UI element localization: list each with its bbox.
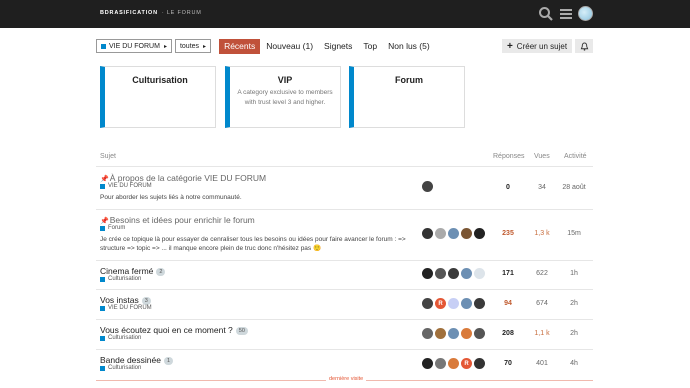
category-description: A category exclusive to members with tru…	[237, 89, 333, 106]
tab-bookmarks[interactable]: Signets	[319, 39, 357, 54]
table-row: 📌Besoins et idées pour enrichir le forum…	[96, 210, 593, 260]
plus-icon: +	[506, 40, 513, 52]
avatar[interactable]	[435, 358, 446, 369]
poster-avatars	[422, 228, 487, 239]
pin-icon: 📌	[100, 218, 109, 225]
create-topic-button[interactable]: + Créer un sujet	[502, 39, 572, 53]
avatar[interactable]	[435, 268, 446, 279]
avatar[interactable]	[422, 228, 433, 239]
smile-emoji-icon: 🙂	[312, 245, 322, 252]
topic-excerpt: Pour aborder les sujets liés à notre com…	[100, 194, 242, 201]
post-count-badge[interactable]: 3	[141, 296, 151, 305]
topic-title[interactable]: 📌Besoins et idées pour enrichir le forum	[100, 215, 255, 225]
avatar[interactable]	[422, 298, 433, 309]
topic-title[interactable]: Bande dessinée 1	[100, 355, 174, 365]
activity-time[interactable]: 2h	[554, 300, 594, 307]
topic-category[interactable]: VIE DU FORUM	[100, 183, 152, 189]
avatar[interactable]	[422, 328, 433, 339]
avatar[interactable]	[474, 298, 485, 309]
category-dropdown[interactable]: VIE DU FORUM ▸	[96, 39, 172, 53]
topic-title[interactable]: Vous écoutez quoi en ce moment ? 50	[100, 325, 248, 335]
poster-avatars: R	[422, 358, 487, 369]
activity-time[interactable]: 2h	[554, 330, 594, 337]
poster-avatars	[422, 181, 435, 192]
notifications-button[interactable]	[575, 39, 593, 53]
tab-new[interactable]: Nouveau (1)	[261, 39, 318, 54]
site-logo[interactable]: BDRASIFICATION · LE FORUM	[100, 10, 202, 16]
topic-title[interactable]: 📌À propos de la catégorie VIE DU FORUM	[100, 173, 266, 183]
topic-title[interactable]: Cinema fermé 2	[100, 266, 166, 276]
category-title: VIP	[277, 75, 293, 85]
avatar[interactable]	[461, 298, 472, 309]
avatar[interactable]	[461, 228, 472, 239]
navigation-bar: VIE DU FORUM ▸ toutes ▸ Récents Nouveau (1…	[96, 38, 436, 54]
topic-title[interactable]: Vos instas 3	[100, 295, 151, 305]
column-header-views[interactable]: Vues	[534, 153, 550, 160]
post-count-badge[interactable]: 2	[156, 267, 166, 276]
table-row: Vous écoutez quoi en ce moment ? 50 Cultu…	[96, 320, 593, 349]
poster-avatars	[422, 268, 487, 279]
avatar[interactable]	[422, 181, 433, 192]
post-count-badge[interactable]: 1	[163, 356, 174, 365]
topic-excerpt: Je crée ce topique là pour essayer de ce…	[100, 236, 406, 252]
column-header-topic[interactable]: Sujet	[100, 153, 116, 160]
avatar[interactable]	[461, 268, 472, 279]
avatar[interactable]	[448, 358, 459, 369]
category-title: Culturisation	[132, 75, 188, 85]
post-count-badge[interactable]: 50	[235, 326, 248, 335]
avatar[interactable]	[474, 268, 485, 279]
topic-category[interactable]: Forum	[100, 225, 125, 231]
avatar[interactable]	[448, 228, 459, 239]
category-box-culturisation[interactable]: Culturisation	[100, 66, 216, 128]
category-box-vip[interactable]: VIP A category exclusive to members with …	[225, 66, 341, 128]
tag-dropdown[interactable]: toutes ▸	[174, 39, 212, 53]
avatar[interactable]: R	[435, 298, 446, 309]
topic-category[interactable]: Culturisation	[100, 276, 141, 282]
avatar[interactable]: R	[461, 358, 472, 369]
category-title: Forum	[395, 75, 423, 85]
activity-time[interactable]: 15m	[554, 230, 594, 237]
caret-right-icon: ▸	[203, 43, 207, 50]
activity-time[interactable]: 4h	[554, 360, 594, 367]
avatar[interactable]	[422, 268, 433, 279]
avatar[interactable]	[448, 298, 459, 309]
pin-icon: 📌	[100, 176, 109, 183]
table-row: 📌À propos de la catégorie VIE DU FORUM V…	[96, 167, 593, 209]
avatar[interactable]	[474, 358, 485, 369]
avatar[interactable]	[435, 328, 446, 339]
activity-time[interactable]: 1h	[554, 270, 594, 277]
user-avatar[interactable]	[578, 6, 593, 21]
column-header-replies[interactable]: Réponses	[493, 153, 525, 160]
table-row: Bande dessinée 1 Culturisation R 70 401 4…	[96, 350, 593, 378]
avatar[interactable]	[448, 268, 459, 279]
category-color-swatch	[101, 43, 106, 49]
avatar[interactable]	[435, 228, 446, 239]
avatar[interactable]	[422, 358, 433, 369]
tab-top[interactable]: Top	[358, 39, 382, 54]
last-visit-marker: dernière visite	[96, 376, 593, 382]
hamburger-menu-icon[interactable]	[558, 6, 574, 22]
topic-category[interactable]: VIE DU FORUM	[100, 305, 152, 311]
activity-time[interactable]: 28 août	[554, 184, 594, 191]
bell-icon	[580, 41, 588, 51]
topic-category[interactable]: Culturisation	[100, 335, 141, 341]
poster-avatars	[422, 328, 487, 339]
avatar[interactable]	[474, 328, 485, 339]
table-row: Cinema fermé 2 Culturisation 171 622 1h	[96, 261, 593, 289]
tab-latest[interactable]: Récents	[219, 38, 261, 54]
avatar[interactable]	[448, 328, 459, 339]
category-box-forum[interactable]: Forum	[349, 66, 465, 128]
avatar[interactable]	[474, 228, 485, 239]
site-header: BDRASIFICATION · LE FORUM	[0, 0, 690, 28]
last-visit-label: dernière visite	[326, 376, 367, 382]
poster-avatars: R	[422, 298, 487, 309]
avatar[interactable]	[461, 328, 472, 339]
search-icon[interactable]	[538, 6, 554, 22]
table-row: Vos instas 3 VIE DU FORUM R 94 674 2h	[96, 290, 593, 319]
topic-category[interactable]: Culturisation	[100, 365, 141, 371]
caret-right-icon: ▸	[163, 43, 167, 50]
tab-unread[interactable]: Non lus (5)	[383, 39, 435, 54]
column-header-activity[interactable]: Activité	[564, 153, 587, 160]
